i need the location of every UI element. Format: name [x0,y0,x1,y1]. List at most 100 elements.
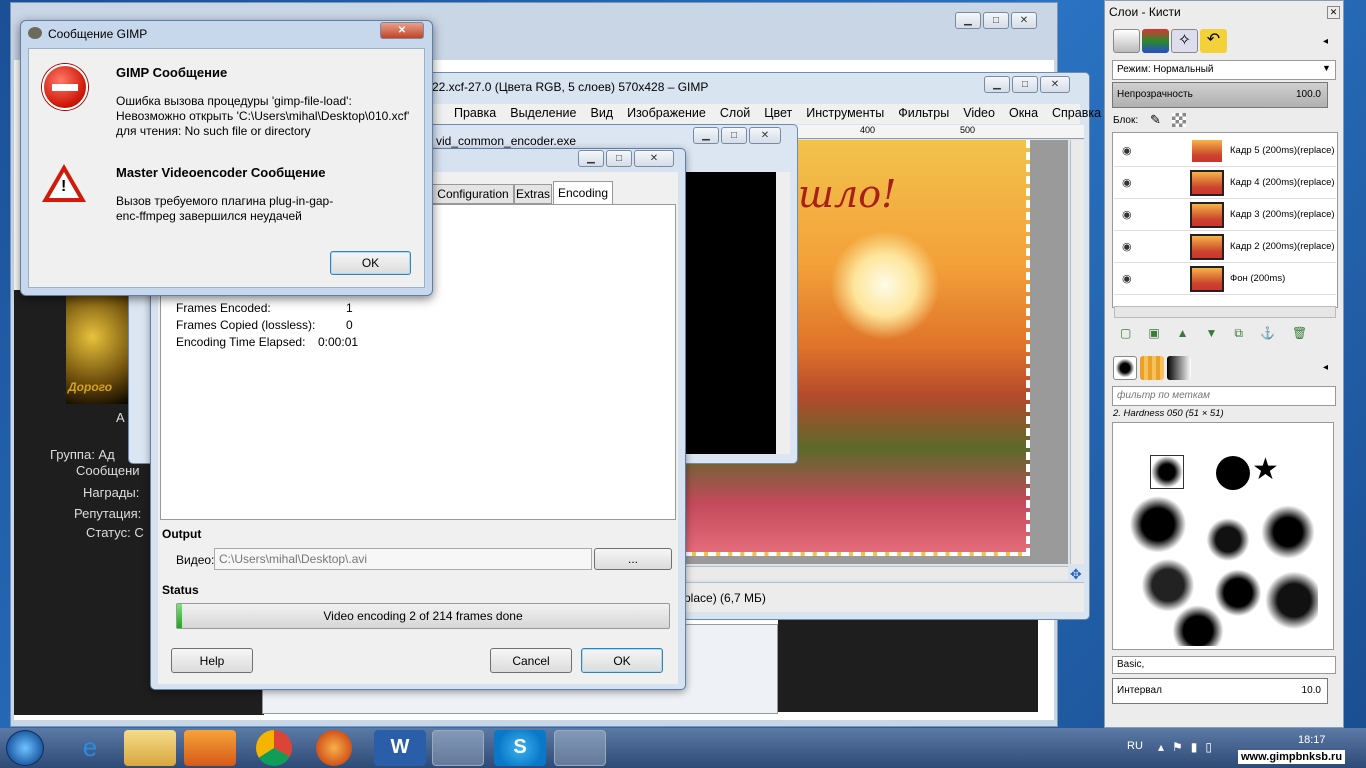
layer-name: Кадр 4 (200ms)(replace) [1230,177,1335,188]
interval-value: 10.0 [1301,685,1321,696]
brush-textures [1118,494,1318,646]
maximize-button[interactable]: □ [983,12,1009,29]
msg1-line3: для чтения: No such file or directory [116,124,311,138]
undo-tab-icon[interactable]: ↶ [1200,29,1227,53]
layers-scrollbar[interactable] [1114,306,1336,318]
eye-icon[interactable]: ◉ [1122,176,1132,189]
menu-tools[interactable]: Инструменты [806,106,884,120]
horizontal-scrollbar[interactable] [684,566,1068,580]
stat-time-label: Encoding Time Elapsed: [176,335,306,349]
interval-slider[interactable]: Интервал 10.0 [1112,678,1328,704]
layer-row[interactable]: ◉ Кадр 4 (200ms)(replace) [1114,167,1336,199]
layer-row[interactable]: ◉ Фон (200ms) [1114,263,1336,295]
tray-icons: ▴⚑▮▯ [1158,740,1220,754]
eye-icon[interactable]: ◉ [1122,272,1132,285]
layer-name: Фон (200ms) [1230,273,1286,284]
firefox-taskbar-icon[interactable] [316,730,352,766]
opacity-slider[interactable]: Непрозрачность 100.0 [1112,82,1328,108]
eye-icon[interactable]: ◉ [1122,208,1132,221]
menu-windows[interactable]: Окна [1009,106,1038,120]
stat-frames-encoded-value: 1 [346,301,353,315]
maximize-button[interactable]: □ [1012,76,1038,93]
menu-image[interactable]: Изображение [627,106,706,120]
layer-row[interactable]: ◉ Кадр 2 (200ms)(replace) [1114,231,1336,263]
brush-lock-icon[interactable]: ✎ [1150,112,1161,128]
paths-tab-icon[interactable]: ✧ [1171,29,1198,53]
minimize-button[interactable]: ▁ [984,76,1010,93]
menu-layer[interactable]: Слой [720,106,750,120]
menu-view[interactable]: Вид [590,106,613,120]
layers-actions: ▢▣▲▼⧉⚓🗑 [1120,326,1325,340]
dock-menu-icon[interactable]: ◂ [1323,362,1328,373]
menu-edit[interactable]: Правка [454,106,496,120]
stop-icon [42,64,88,110]
profile-messages: Сообщени [76,463,140,478]
window-taskbar-icon[interactable] [554,730,606,766]
start-button[interactable] [6,730,44,766]
close-button[interactable]: ✕ [1011,12,1037,29]
minimize-button[interactable]: ▁ [693,127,719,144]
skype-taskbar-icon[interactable]: S [494,730,546,766]
tab-encoding[interactable]: Encoding [553,181,613,205]
tag-filter-input[interactable]: фильтр по меткам [1112,386,1336,406]
tab-configuration[interactable]: Configuration [432,184,514,204]
gradients-tab-icon[interactable] [1167,356,1191,380]
close-button[interactable]: ✕ [380,22,424,39]
chrome-taskbar-icon[interactable] [256,730,292,766]
menu-select[interactable]: Выделение [510,106,576,120]
ie-taskbar-icon[interactable]: e [64,730,116,766]
clock[interactable]: 18:17 [1298,734,1326,746]
preview-scrollbar[interactable] [776,172,790,454]
maximize-button[interactable]: □ [721,127,747,144]
close-button[interactable]: ✕ [1040,76,1070,93]
language-indicator[interactable]: RU [1127,740,1143,752]
interval-label: Интервал [1117,685,1162,696]
word-taskbar-icon[interactable]: W [374,730,426,766]
cancel-button[interactable]: Cancel [490,648,572,673]
close-button[interactable]: ✕ [634,150,674,167]
eye-icon[interactable]: ◉ [1122,144,1132,157]
minimize-button[interactable]: ▁ [578,150,604,167]
dock-menu-icon[interactable]: ◂ [1323,36,1328,47]
menu-help[interactable]: Справка [1052,106,1101,120]
ok-button[interactable]: OK [581,648,663,673]
patterns-tab-icon[interactable] [1140,356,1164,380]
progress-text: Video encoding 2 of 214 frames done [323,609,523,623]
msg2-line2: enc-ffmpeg завершился неудачей [116,209,302,223]
layers-tab-icon[interactable] [1113,29,1140,53]
vertical-scrollbar[interactable] [1070,140,1084,564]
tab-extras[interactable]: Extras [514,184,552,204]
close-button[interactable]: ✕ [749,127,781,144]
minimize-button[interactable]: ▁ [955,12,981,29]
preset-select[interactable]: Basic, [1112,656,1336,674]
mode-select[interactable]: Режим: Нормальный [1112,60,1336,80]
explorer-taskbar-icon[interactable] [124,730,176,766]
brushes-tab-icon[interactable] [1113,356,1137,380]
channels-tab-icon[interactable] [1142,29,1169,53]
ruler-label: 500 [960,125,976,135]
msg2-heading: Master Videoencoder Сообщение [116,165,326,180]
gimp-taskbar-icon[interactable] [432,730,484,766]
media-taskbar-icon[interactable] [184,730,236,766]
help-button[interactable]: Help [171,648,253,673]
layer-row[interactable]: ◉ Кадр 3 (200ms)(replace) [1114,199,1336,231]
menu-color[interactable]: Цвет [764,106,792,120]
stat-time-value: 0:00:01 [318,335,359,349]
alpha-lock-icon[interactable] [1172,113,1186,127]
profile-awards: Награды: [83,485,140,500]
eye-icon[interactable]: ◉ [1122,240,1132,253]
close-icon[interactable]: ✕ [1327,6,1340,19]
image-size-status: place) (6,7 МБ) [684,591,766,605]
layer-thumbnail [1190,170,1224,196]
maximize-button[interactable]: □ [606,150,632,167]
opacity-value: 100.0 [1295,89,1321,100]
layer-row[interactable]: ◉ Кадр 5 (200ms)(replace) [1114,135,1336,167]
msg1-line1: Ошибка вызова процедуры 'gimp-file-load'… [116,94,352,108]
progress-bar: Video encoding 2 of 214 frames done [176,603,670,629]
navigate-icon[interactable]: ✥ [1070,566,1082,583]
browse-button[interactable]: ... [594,548,672,570]
menu-filters[interactable]: Фильтры [898,106,949,120]
message-ok-button[interactable]: OK [330,251,411,275]
video-path-field[interactable]: C:\Users\mihal\Desktop\.avi [214,548,592,570]
menu-video[interactable]: Video [963,106,995,120]
